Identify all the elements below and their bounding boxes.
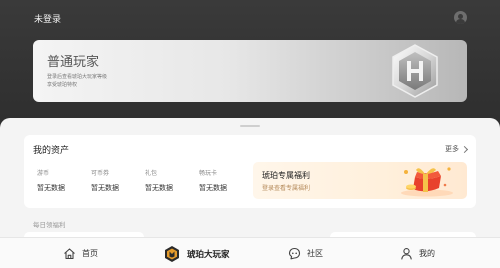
my-assets-title: 我的资产 [33, 146, 70, 156]
asset-item-coupon[interactable]: 可币券 暂无数据 [91, 168, 119, 193]
member-level-title: 普通玩家 [47, 55, 100, 70]
asset-item-gift-pack[interactable]: 礼包 暂无数据 [145, 168, 173, 193]
profile-header: 未登录 普通玩家 登录后查看琥珀大玩家等级 享受琥珀特权 [0, 0, 500, 130]
member-subtitle-line-2: 享受琥珀特权 [47, 82, 78, 88]
amber-player-logo-icon [165, 245, 179, 262]
asset-item-play-card[interactable]: 畅玩卡 暂无数据 [199, 168, 227, 193]
more-link-label: 更多 [445, 145, 459, 153]
asset-label: 游币 [37, 170, 50, 177]
tab-community[interactable]: 社区 [288, 238, 323, 268]
login-status-text[interactable]: 未登录 [34, 12, 61, 25]
tab-community-label: 社区 [307, 249, 323, 258]
asset-value: 暂无数据 [37, 184, 65, 192]
asset-value: 暂无数据 [199, 184, 227, 192]
sheet-drag-handle[interactable] [240, 125, 260, 127]
member-level-card[interactable]: 普通玩家 登录后查看琥珀大玩家等级 享受琥珀特权 [33, 40, 467, 102]
chevron-right-icon [460, 145, 469, 153]
tab-amber-player-label: 琥珀大玩家 [187, 249, 230, 260]
exclusive-benefits-subtitle: 登录查看专属福利 [262, 185, 311, 192]
asset-label: 畅玩卡 [199, 170, 218, 177]
bottom-tab-bar: 首页 琥珀大玩家 社区 我的 [0, 237, 500, 268]
tab-amber-player[interactable]: 琥珀大玩家 [163, 238, 230, 268]
asset-item-youbi[interactable]: 游币 暂无数据 [37, 168, 65, 193]
exclusive-benefits-title: 琥珀专属福利 [262, 171, 310, 180]
tab-mine-label: 我的 [419, 249, 435, 258]
community-icon [288, 247, 301, 260]
home-icon [64, 248, 75, 260]
tab-home-label: 首页 [82, 249, 98, 258]
member-subtitle-line-1: 登录后查看琥珀大玩家等级 [47, 74, 108, 80]
asset-label: 礼包 [145, 170, 158, 177]
profile-icon [401, 248, 412, 260]
my-assets-card: 我的资产 更多 游币 暂无数据 可币券 暂无数据 礼包 暂无数据 畅玩卡 暂无数… [24, 135, 476, 208]
tab-home[interactable]: 首页 [63, 238, 98, 268]
asset-label: 可币券 [91, 170, 110, 177]
member-level-subtitle: 登录后查看琥珀大玩家等级 享受琥珀特权 [47, 73, 107, 89]
exclusive-benefits-banner[interactable]: 琥珀专属福利 登录查看专属福利 [253, 162, 467, 199]
tab-mine[interactable]: 我的 [400, 238, 435, 268]
asset-value: 暂无数据 [145, 184, 173, 192]
more-link[interactable]: 更多 [445, 144, 469, 154]
asset-value: 暂无数据 [91, 184, 119, 192]
user-avatar-icon[interactable] [454, 11, 467, 24]
daily-benefits-label: 每日领福利 [33, 221, 66, 229]
hexagon-h-badge-icon [392, 44, 438, 98]
gift-box-icon [401, 167, 453, 197]
